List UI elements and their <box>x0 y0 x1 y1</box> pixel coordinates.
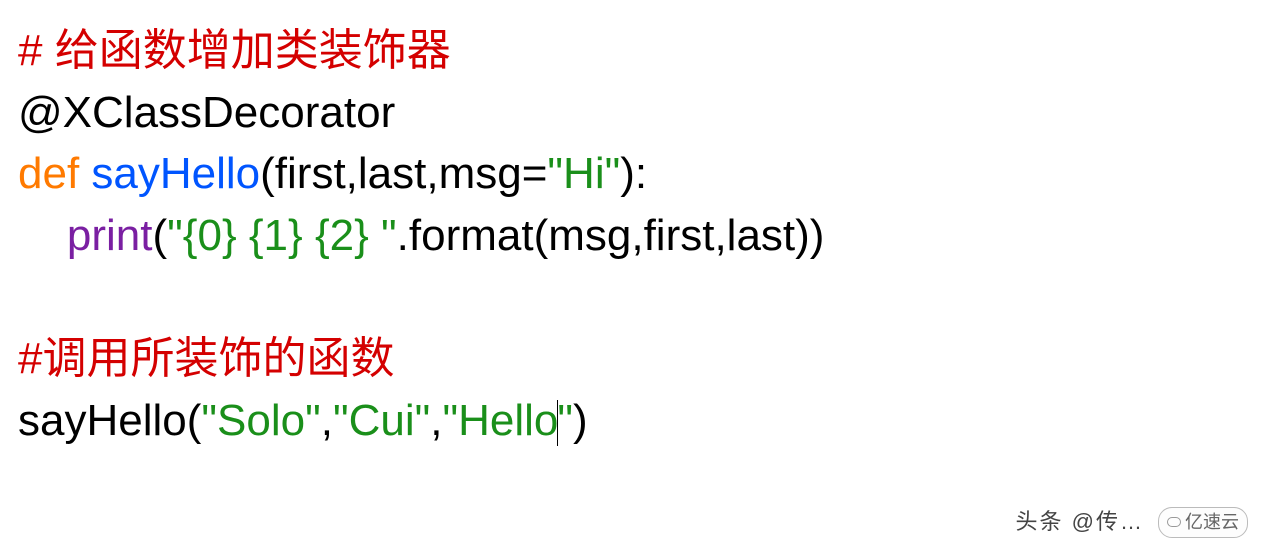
badge-label: 亿速云 <box>1185 510 1239 535</box>
signature-open: (first,last,msg= <box>260 149 547 198</box>
comma-1: , <box>321 396 333 445</box>
comma-2: , <box>430 396 442 445</box>
func-sayhello: sayHello <box>91 149 260 198</box>
default-string: "Hi" <box>547 149 620 198</box>
blank-line <box>18 266 1252 328</box>
arg-hello-a: "Hello <box>442 396 558 445</box>
format-call: .format(msg,first,last)) <box>397 211 825 260</box>
code-line-7: sayHello("Solo","Cui","Hello") <box>18 390 1252 452</box>
arg-hello-b: " <box>557 396 573 445</box>
watermark-text: 头条 @传… <box>1016 507 1144 538</box>
call-close: ) <box>573 396 588 445</box>
paren-open: ( <box>153 211 168 260</box>
badge-icon <box>1167 517 1181 527</box>
call-sayhello: sayHello <box>18 396 187 445</box>
code-line-3: def sayHello(first,last,msg="Hi"): <box>18 143 1252 205</box>
decorator: @XClassDecorator <box>18 88 395 137</box>
signature-close: ): <box>620 149 647 198</box>
arg-cui: "Cui" <box>333 396 430 445</box>
code-line-6: #调用所装饰的函数 <box>18 328 1252 390</box>
watermark: 头条 @传… 亿速云 <box>1016 507 1248 538</box>
keyword-def: def <box>18 149 91 198</box>
format-string: "{0} {1} {2} " <box>167 211 397 260</box>
code-line-2: @XClassDecorator <box>18 82 1252 144</box>
arg-solo: "Solo" <box>201 396 320 445</box>
code-line-1: # 给函数增加类装饰器 <box>18 20 1252 82</box>
call-open: ( <box>187 396 202 445</box>
watermark-badge: 亿速云 <box>1158 507 1248 538</box>
code-line-4: print("{0} {1} {2} ".format(msg,first,la… <box>18 205 1252 267</box>
indent <box>18 211 67 260</box>
comment-call: #调用所装饰的函数 <box>18 334 394 383</box>
comment: # 给函数增加类装饰器 <box>18 26 451 75</box>
print-call: print <box>67 211 153 260</box>
